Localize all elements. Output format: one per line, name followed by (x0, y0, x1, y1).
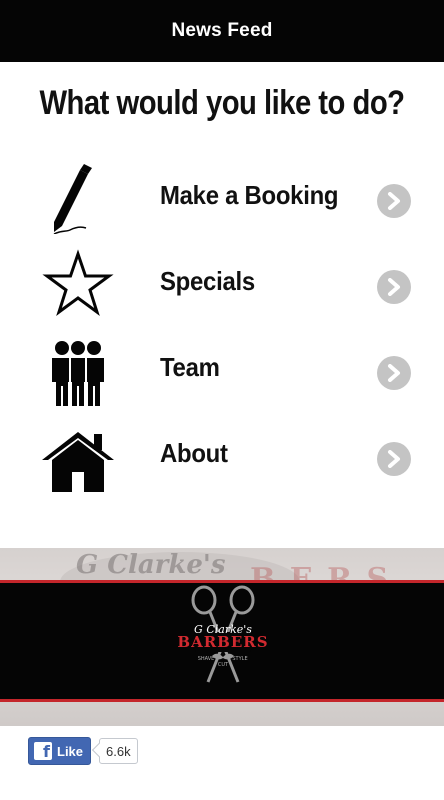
logo-name: BARBERS (177, 633, 268, 651)
menu-item-label: Team (160, 352, 220, 382)
chevron-right-icon (377, 442, 411, 476)
home-icon (40, 420, 116, 492)
menu-item-label: About (160, 438, 228, 468)
like-label: Like (57, 743, 84, 759)
banner-bg-script: G Clarke's (76, 550, 226, 580)
chevron-right-icon (377, 184, 411, 218)
app-header: News Feed (0, 0, 444, 62)
pen-icon (40, 162, 116, 235)
logo-tag-cut: CUT (218, 662, 229, 668)
facebook-like-button[interactable]: f Like (28, 737, 92, 765)
header-title: News Feed (171, 20, 273, 41)
brand-banner: G Clarke's B E R S G Clarke's BARBERS SH… (0, 548, 444, 726)
menu-item-team[interactable]: Team (0, 330, 444, 410)
chevron-right-icon (377, 356, 411, 390)
menu-item-label: Make a Booking (160, 180, 339, 210)
menu-item-make-booking[interactable]: Make a Booking (0, 158, 444, 238)
menu-item-label: Specials (160, 266, 255, 296)
menu-item-about[interactable]: About (0, 416, 444, 496)
facebook-like-widget: f Like 6.6k (28, 737, 138, 765)
star-icon (40, 248, 116, 320)
team-icon (40, 334, 116, 408)
logo-tag-shave: SHAVE (198, 656, 215, 662)
chevron-right-icon (377, 270, 411, 304)
menu-item-specials[interactable]: Specials (0, 244, 444, 324)
facebook-icon: f (34, 742, 52, 760)
logo-tag-style: STYLE (232, 656, 247, 662)
page-title: What would you like to do? (39, 84, 405, 122)
like-count: 6.6k (99, 738, 138, 764)
barbers-logo: G Clarke's BARBERS SHAVE CUT STYLE (168, 582, 278, 692)
